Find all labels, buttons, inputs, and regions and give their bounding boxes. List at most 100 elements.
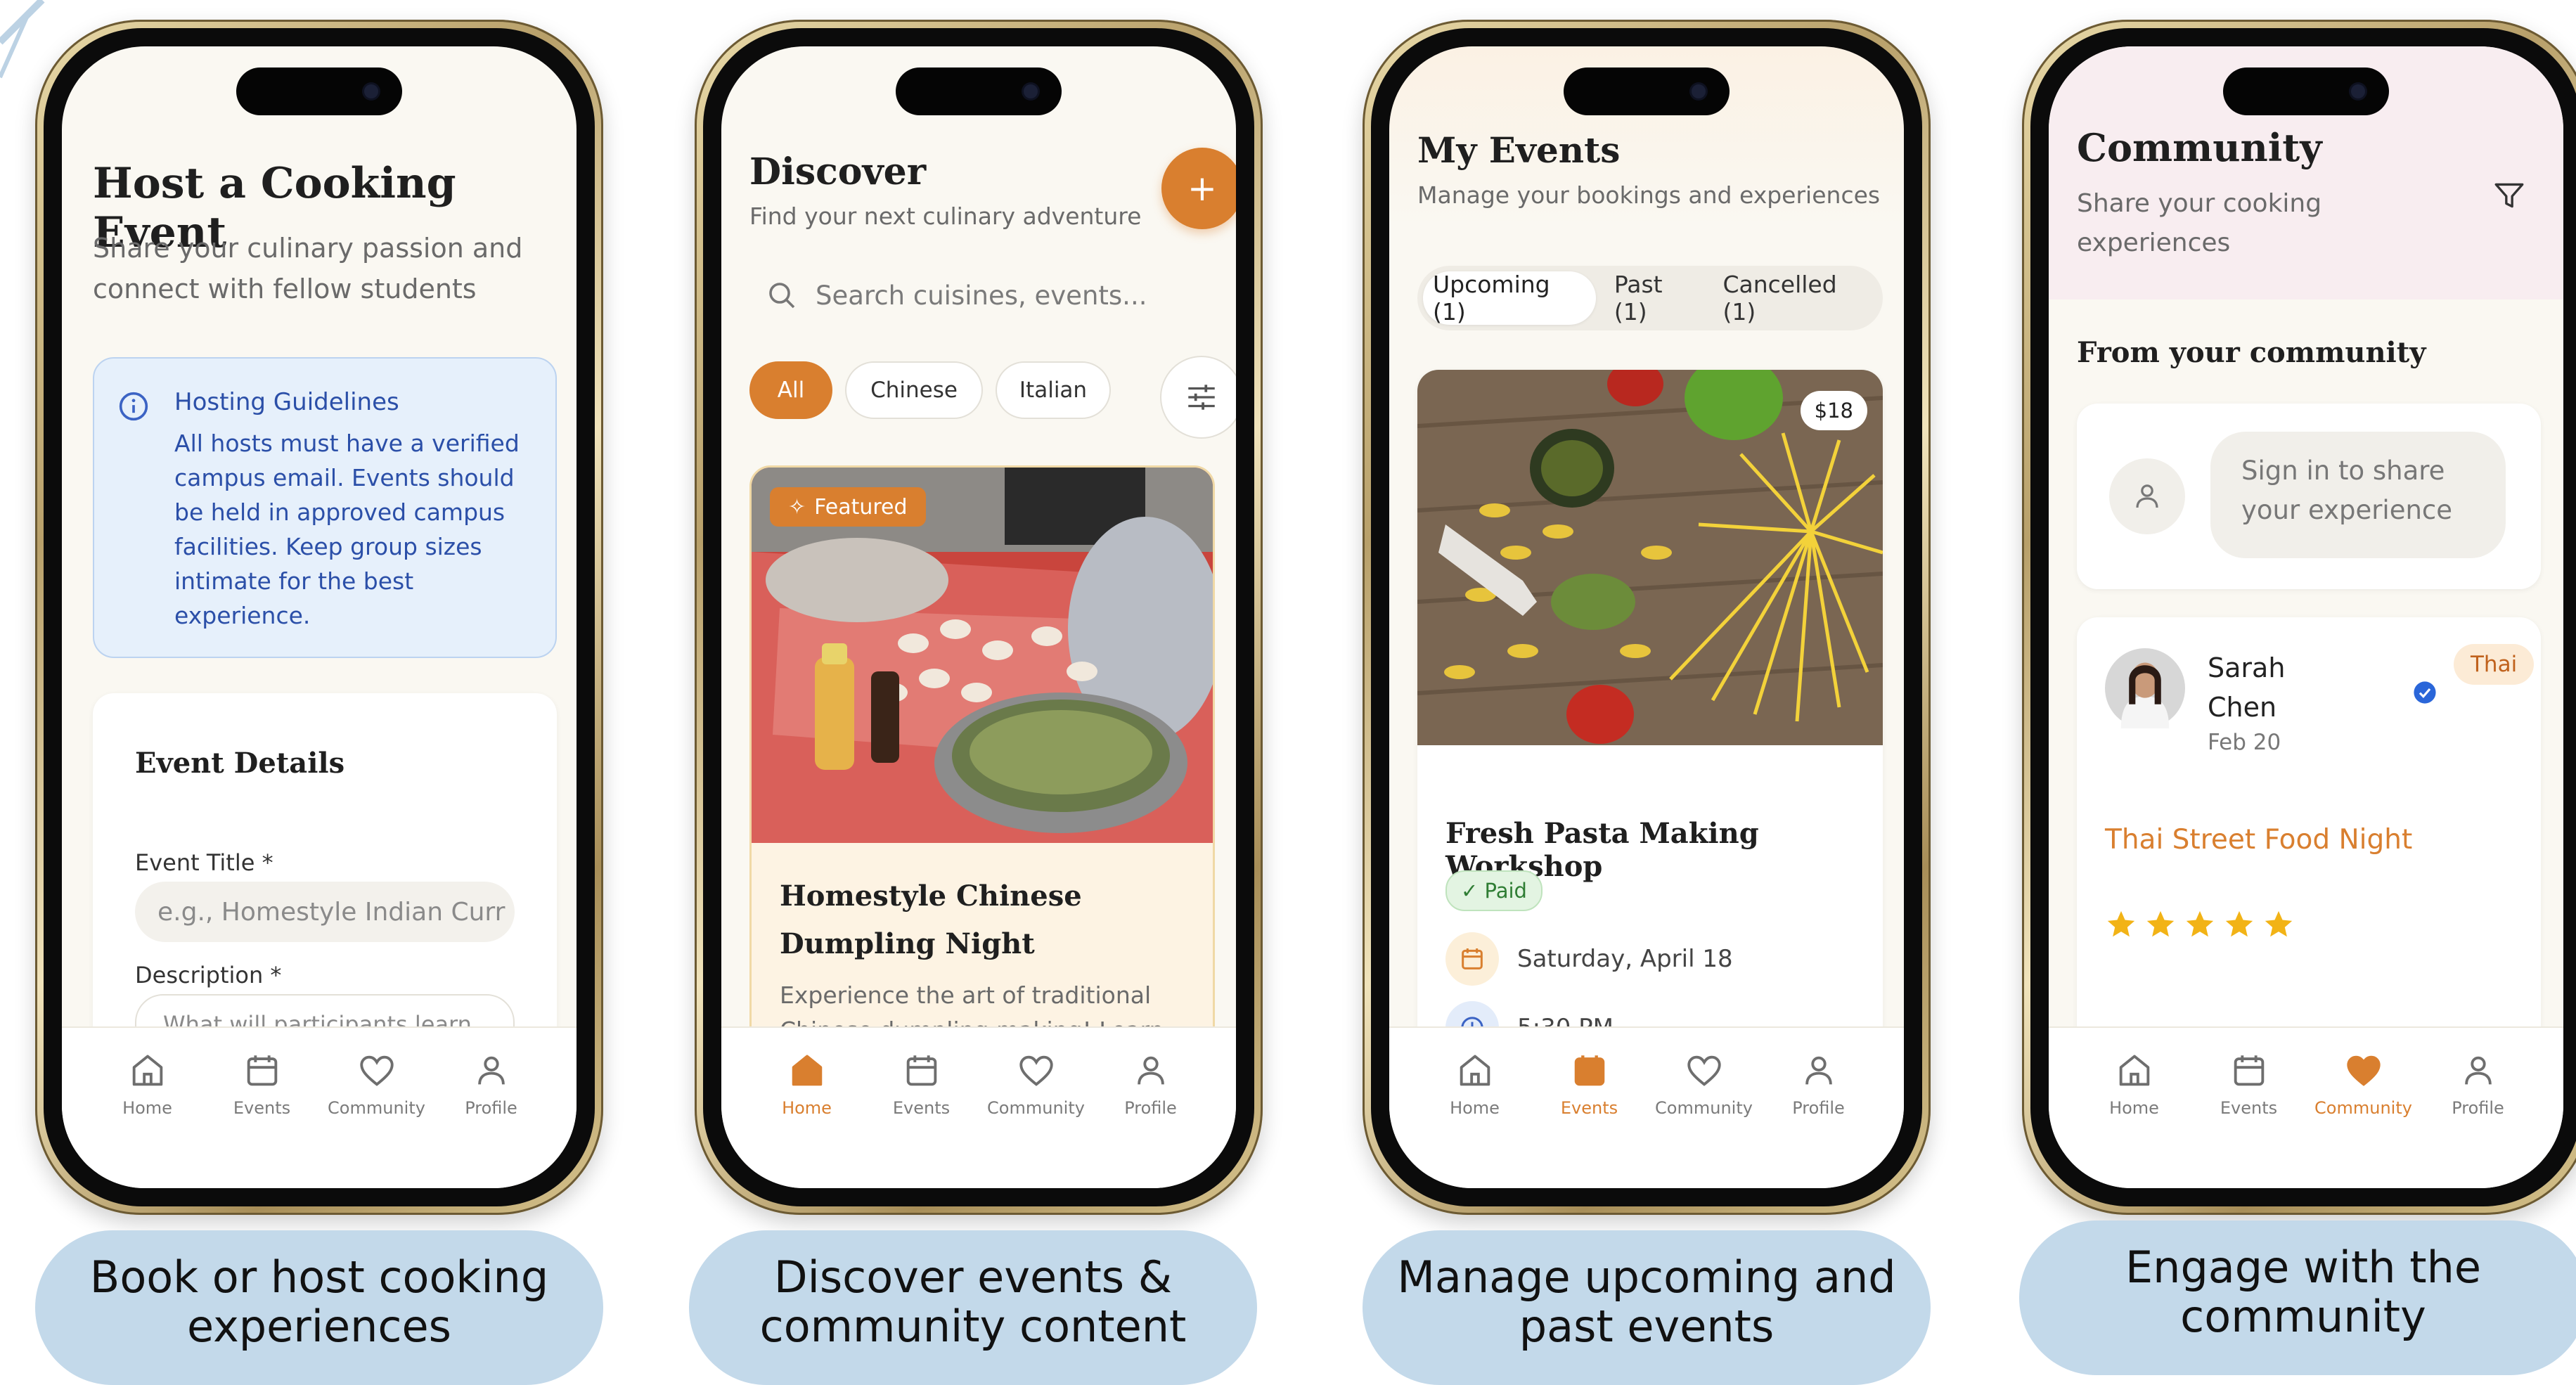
heart-icon [359, 1055, 394, 1086]
page-title: My Events [1417, 129, 1621, 171]
nav-events[interactable]: Events [2196, 1050, 2302, 1118]
nav-community-label: Community [2314, 1098, 2412, 1118]
nav-profile-label: Profile [1792, 1098, 1845, 1118]
price-label: $18 [1814, 399, 1853, 423]
page-subtitle: Share your culinary passion and connect … [93, 233, 523, 304]
nav-community[interactable]: Community [324, 1050, 430, 1118]
add-event-button[interactable]: + [1161, 148, 1236, 229]
description-label: Description * [135, 962, 282, 988]
event-title: Homestyle Chinese Dumpling Night [780, 880, 1082, 960]
post-date: Feb 20 [2208, 730, 2281, 755]
page-title: Discover [749, 150, 927, 193]
guidelines-text: All hosts must have a verified campus em… [174, 430, 520, 629]
event-date-row: Saturday, April 18 [1445, 932, 1733, 986]
nav-home[interactable]: Home [1422, 1050, 1528, 1118]
filter-chip-all[interactable]: All [749, 361, 832, 419]
caption-host: Book or host cooking experiences [35, 1230, 603, 1385]
filter-chip-italian[interactable]: Italian [996, 361, 1111, 419]
calendar-icon [906, 1055, 936, 1086]
nav-community-label: Community [987, 1098, 1085, 1118]
home-icon [792, 1055, 822, 1086]
filter-chips: All Chinese Italian [749, 361, 1111, 419]
hosting-guidelines-card: Hosting Guidelines All hosts must have a… [93, 357, 557, 658]
caption-community: Engage with the community [2019, 1220, 2576, 1375]
search-icon [769, 283, 795, 309]
nav-community-label: Community [1655, 1098, 1753, 1118]
tab-past[interactable]: Past (1) [1596, 271, 1719, 326]
featured-event-card[interactable]: ✧ Featured Homestyle Chinese Dumpling Ni… [749, 465, 1215, 1098]
caption-text: Engage with the community [2125, 1242, 2482, 1342]
phone-my-events: My Events Manage your bookings and exper… [1363, 20, 1931, 1215]
filter-icon[interactable] [2492, 177, 2527, 212]
page-subtitle: Manage your bookings and experiences [1417, 181, 1881, 209]
sign-in-button[interactable]: Sign in to share your experience [2210, 432, 2506, 558]
event-title-placeholder: e.g., Homestyle Indian Curr [157, 897, 505, 927]
cuisine-tag: Thai [2454, 644, 2535, 685]
discover-screen: Discover Find your next culinary adventu… [721, 46, 1236, 1188]
page-subtitle: Share your cooking experiences [2077, 189, 2322, 257]
featured-badge-label: Featured [814, 494, 908, 520]
price-badge: $18 [1800, 391, 1867, 430]
nav-profile-label: Profile [465, 1098, 517, 1118]
user-icon [1137, 1056, 1164, 1085]
calendar-icon [247, 1055, 277, 1086]
nav-events[interactable]: Events [869, 1050, 974, 1118]
event-tabs: Upcoming (1) Past (1) Cancelled (1) [1417, 266, 1883, 330]
phone-host: Host a Cooking Event Share your culinary… [35, 20, 603, 1215]
featured-badge: ✧ Featured [770, 487, 926, 527]
tab-label: Cancelled (1) [1722, 271, 1837, 326]
nav-home-label: Home [122, 1098, 172, 1118]
nav-profile[interactable]: Profile [2426, 1050, 2531, 1118]
caption-text: Book or host cooking experiences [89, 1251, 549, 1352]
cuisine-tag-label: Thai [2471, 652, 2518, 677]
nav-home[interactable]: Home [2082, 1050, 2187, 1118]
section-title: Event Details [135, 747, 345, 780]
avatar [2105, 648, 2185, 728]
nav-community[interactable]: Community [1651, 1050, 1757, 1118]
caption-text: Discover events & community content [759, 1251, 1187, 1352]
tab-cancelled[interactable]: Cancelled (1) [1718, 271, 1877, 326]
nav-profile[interactable]: Profile [439, 1050, 544, 1118]
search-bar[interactable]: Search cuisines, events... [749, 262, 1213, 329]
nav-home[interactable]: Home [95, 1050, 200, 1118]
dynamic-island [2223, 67, 2389, 115]
star-icon [2186, 910, 2214, 937]
author-name: Sarah Chen [2208, 652, 2286, 723]
star-rating [2105, 908, 2295, 941]
my-events-screen: My Events Manage your bookings and exper… [1389, 46, 1904, 1188]
nav-profile[interactable]: Profile [1766, 1050, 1872, 1118]
nav-events-label: Events [1560, 1098, 1618, 1118]
section-title: From your community [2077, 336, 2426, 369]
nav-events[interactable]: Events [1537, 1050, 1642, 1118]
bottom-nav: Home Events Community Profile [1389, 1026, 1904, 1188]
tab-upcoming[interactable]: Upcoming (1) [1423, 271, 1596, 326]
bottom-nav: Home Events Community Profile [2049, 1026, 2563, 1188]
nav-home-label: Home [1450, 1098, 1500, 1118]
caption-text: Manage upcoming and past events [1397, 1251, 1896, 1352]
user-icon [477, 1056, 505, 1085]
nav-events[interactable]: Events [210, 1050, 315, 1118]
page-subtitle: Find your next culinary adventure [749, 202, 1142, 230]
star-icon [2146, 910, 2175, 937]
nav-home[interactable]: Home [754, 1050, 860, 1118]
user-icon [1805, 1056, 1832, 1085]
filter-chip-chinese[interactable]: Chinese [845, 361, 983, 419]
filter-chip-label: Italian [1019, 378, 1088, 403]
home-icon [2119, 1055, 2149, 1086]
user-icon [2464, 1056, 2492, 1085]
nav-community[interactable]: Community [984, 1050, 1089, 1118]
nav-events-label: Events [233, 1098, 291, 1118]
search-placeholder: Search cuisines, events... [816, 280, 1147, 311]
filter-settings-button[interactable] [1160, 356, 1236, 439]
nav-community[interactable]: Community [2311, 1050, 2416, 1118]
page-title: Community [2077, 125, 2322, 170]
home-icon [132, 1055, 162, 1086]
caption-discover: Discover events & community content [689, 1230, 1257, 1385]
sliders-icon [1188, 385, 1215, 410]
phone-discover: Discover Find your next culinary adventu… [695, 20, 1263, 1215]
tab-label: Past (1) [1614, 271, 1663, 326]
event-title-input[interactable]: e.g., Homestyle Indian Curr [135, 882, 515, 942]
nav-profile-label: Profile [2452, 1098, 2504, 1118]
nav-profile[interactable]: Profile [1098, 1050, 1204, 1118]
star-icon [2265, 910, 2293, 937]
